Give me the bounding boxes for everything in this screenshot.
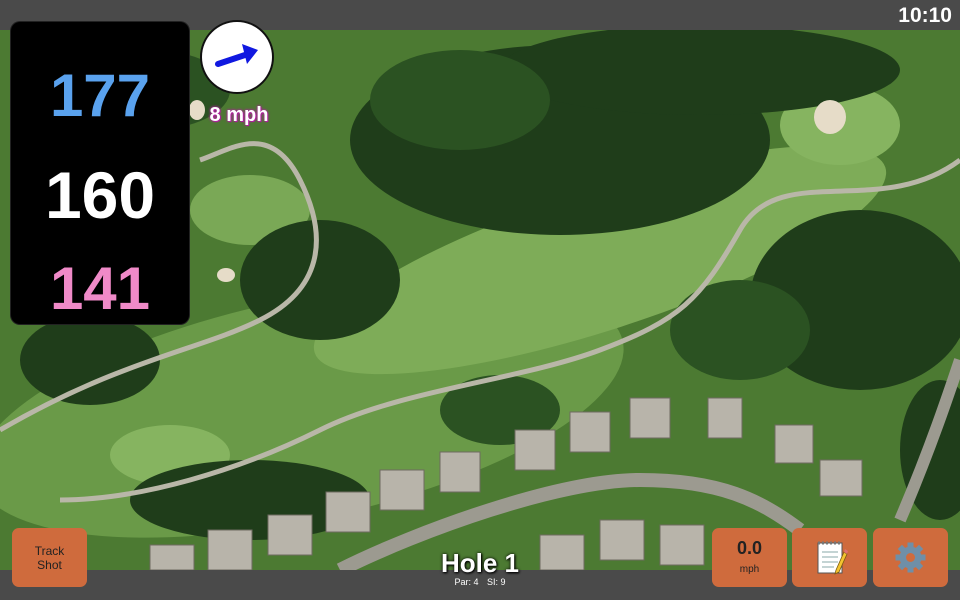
wind-speed: 8 mph [209,104,269,126]
wind-arrow-icon [215,44,258,67]
gear-icon [895,542,926,573]
hole-title: Hole 1 [440,548,520,578]
track-shot-label-line1: Track [34,544,65,558]
notes-button[interactable] [792,528,867,587]
distance-panel: 177 160 141 [11,22,189,324]
track-shot-label-line2: Shot [37,558,62,572]
hole-par: Par: 4 [454,577,479,587]
hole-stroke-index: SI: 9 [487,577,506,587]
settings-button[interactable] [873,528,948,587]
hole-info: Par: 4 SI: 9 [400,577,560,587]
status-time: 10:10 [898,4,952,27]
speed-unit: mph [739,564,760,575]
speed-button[interactable]: 0.0 mph [712,528,787,587]
distance-middle: 160 [44,158,156,232]
distance-front: 141 [49,255,151,322]
distance-back: 177 [49,62,151,129]
track-shot-button[interactable]: Track Shot [12,528,87,587]
wind-indicator [202,22,272,92]
notepad-icon [817,541,848,575]
speed-value: 0.0 [736,538,763,558]
